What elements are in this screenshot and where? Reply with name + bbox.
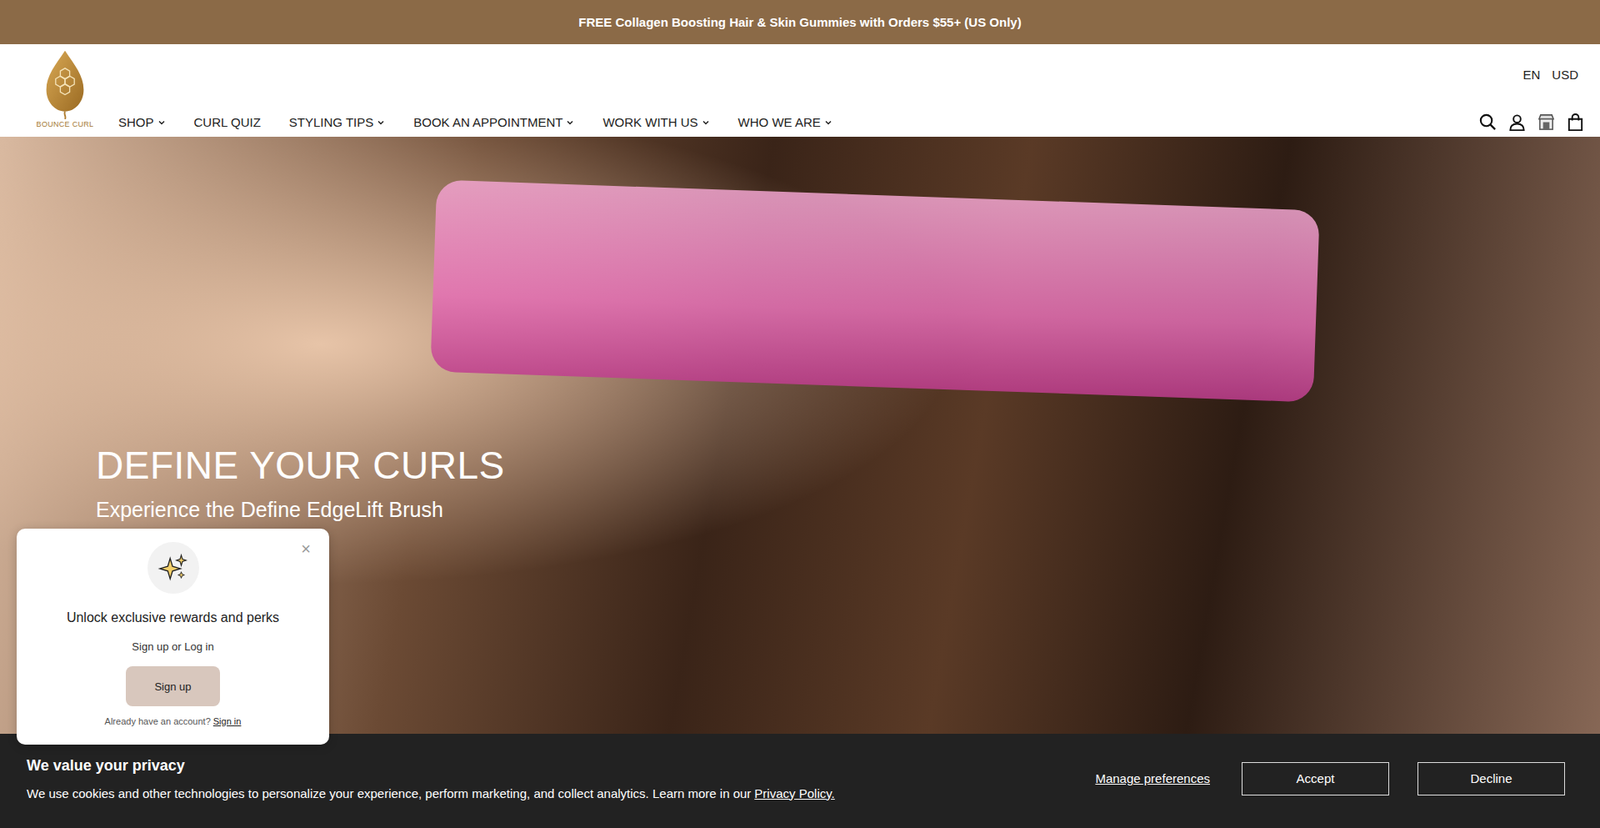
chevron-down-icon [565,118,575,127]
cookie-banner: We value your privacy We use cookies and … [0,733,1600,828]
chevron-down-icon [701,118,710,127]
chevron-down-icon [157,118,166,127]
nav-item[interactable]: CURL QUIZ [194,115,261,130]
cookie-button[interactable]: Decline [1417,761,1565,795]
cookie-button[interactable]: Accept [1241,761,1390,795]
search-icon[interactable] [1478,112,1498,132]
header-main: EN USD SHOP CURL QUIZ STYLING TIPS BOOK AN AP… [118,49,1585,137]
chevron-down-icon [376,118,385,127]
sparkle-badge [147,541,200,594]
announcement-text: FREE Collagen Boosting Hair & Skin Gummi… [578,15,1021,30]
hero-copy: DEFINE YOUR CURLS Experience the Define E… [0,136,1600,522]
rewards-popup: × Unlock exclusive rewards and perks Sign … [16,528,330,745]
page: FREE Collagen Boosting Hair & Skin Gummi… [0,0,1600,828]
logo-icon [40,49,90,120]
close-button[interactable]: × [295,538,316,560]
chevron-down-icon [824,118,833,127]
main-nav: SHOP CURL QUIZ STYLING TIPS BOOK AN APPOINT… [118,115,833,130]
hero: DEFINE YOUR CURLS Experience the Define E… [0,136,1600,828]
header: BOUNCE CURL EN USD SHOP CURL QUIZ STYLING TIP… [0,44,1600,137]
cookie-actions: Manage preferences Accept Decline [1095,761,1565,795]
hero-title: DEFINE YOUR CURLS [95,442,1600,489]
nav-item[interactable]: WORK WITH US [602,115,710,130]
currency-selector[interactable]: USD [1551,67,1579,82]
cart-bag-icon[interactable] [1565,112,1585,132]
sign-in-link[interactable]: Sign in [213,715,242,726]
account-icon[interactable] [1507,112,1527,132]
language-selector[interactable]: EN [1522,67,1540,82]
nav-item[interactable]: STYLING TIPS [289,115,385,130]
cookie-copy: We value your privacy We use cookies and … [26,756,835,800]
store-icon[interactable] [1536,112,1556,132]
popup-footer: Already have an account?Sign in [105,715,242,726]
logo-text: BOUNCE CURL [36,120,95,129]
cookie-text: We use cookies and other technologies to… [26,785,835,800]
locale-row: EN USD [118,49,1585,82]
header-icons [1478,112,1585,132]
popup-subtitle: Sign up or Log in [131,640,214,653]
sign-up-button[interactable]: Sign up [125,665,220,706]
cookie-title: We value your privacy [26,756,835,775]
nav-item[interactable]: SHOP [118,115,166,130]
hero-subtitle: Experience the Define EdgeLift Brush [95,496,1600,522]
nav-item[interactable]: WHO WE ARE [738,115,833,130]
manage-preferences-link[interactable]: Manage preferences [1095,770,1210,785]
brush-shape [430,180,1320,403]
nav-item[interactable]: BOOK AN APPOINTMENT [413,115,575,130]
popup-title: Unlock exclusive rewards and perks [66,610,280,625]
sparkle-icon [157,551,190,584]
logo[interactable]: BOUNCE CURL [35,49,95,137]
nav-row: SHOP CURL QUIZ STYLING TIPS BOOK AN APPOINT… [118,112,1585,137]
announcement-bar: FREE Collagen Boosting Hair & Skin Gummi… [0,0,1600,45]
privacy-policy-link[interactable]: Privacy Policy. [754,785,835,800]
